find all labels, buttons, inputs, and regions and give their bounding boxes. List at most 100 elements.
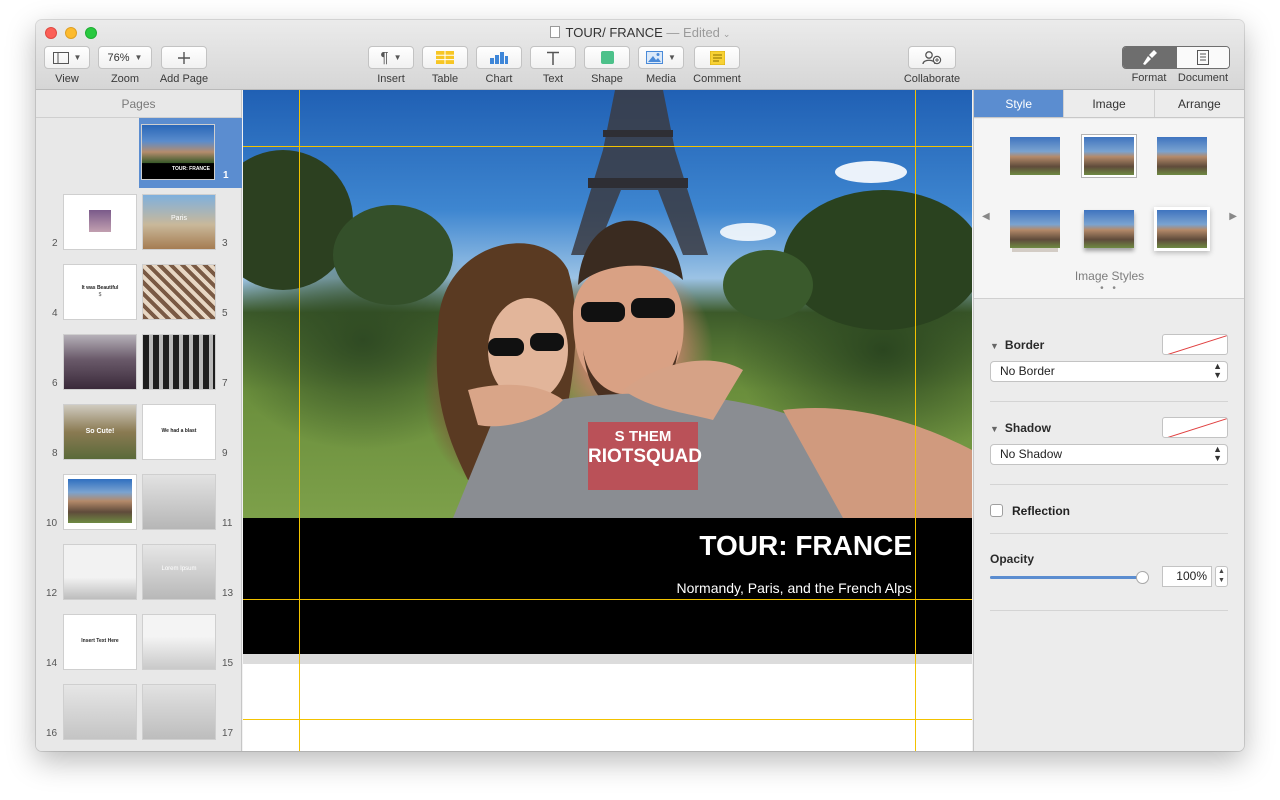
disclosure-triangle-icon: ▼: [990, 341, 999, 351]
page-thumbnail-9[interactable]: We had a blast: [143, 405, 215, 459]
section-divider: [990, 401, 1228, 402]
comment-tool[interactable]: Comment: [692, 46, 742, 85]
page-thumbnail-17[interactable]: [143, 685, 215, 739]
view-tool[interactable]: ▼ View: [44, 46, 90, 85]
text-t-icon: [547, 51, 559, 65]
opacity-value-field[interactable]: 100%: [1162, 566, 1212, 587]
image-style-swatch-4[interactable]: [1010, 210, 1060, 248]
chart-button[interactable]: [476, 46, 522, 69]
cover-headline[interactable]: TOUR: FRANCE: [699, 530, 912, 562]
page-thumbnail-7[interactable]: [143, 335, 215, 389]
page-thumbnail-14[interactable]: Insert Text Here: [64, 615, 136, 669]
page-number: 12: [46, 588, 58, 599]
add-page-button[interactable]: [161, 46, 207, 69]
page-thumbnail-2[interactable]: [64, 195, 136, 249]
tab-style[interactable]: Style: [974, 90, 1065, 117]
border-section: ▼ Border No Border ▲ ▼: [990, 334, 1228, 382]
image-style-swatch-5[interactable]: [1084, 210, 1134, 248]
page-thumbnail-15[interactable]: [143, 615, 215, 669]
document-canvas[interactable]: S THEM RIOTSQUAD TOUR: FRANCE Normandy, …: [243, 90, 972, 751]
image-style-swatch-3[interactable]: [1157, 137, 1207, 175]
chevron-down-icon: ▼: [393, 53, 402, 62]
tab-image[interactable]: Image: [1064, 90, 1155, 117]
page-thumbnail-8[interactable]: So Cute!: [64, 405, 136, 459]
cover-photo[interactable]: S THEM RIOTSQUAD: [243, 90, 972, 518]
insert-button[interactable]: ¶ ▼: [368, 46, 414, 69]
page-thumbnail-11[interactable]: [143, 475, 215, 529]
opacity-slider[interactable]: [990, 571, 1149, 584]
page-thumbnail-5[interactable]: [143, 265, 215, 319]
zoom-tool[interactable]: 76% ▼ Zoom: [98, 46, 152, 85]
image-styles-panel: ◀ ▶ Image Styles • •: [974, 119, 1244, 299]
document-label: Document: [1177, 72, 1229, 84]
page-thumbnail-subcaption: $: [98, 292, 102, 298]
add-page-label: Add Page: [159, 73, 209, 85]
page-thumbnail-4[interactable]: It was Beautiful $: [64, 265, 136, 319]
collaborate-button[interactable]: [908, 46, 956, 69]
opacity-slider-knob[interactable]: [1136, 571, 1149, 584]
format-label: Format: [1131, 72, 1167, 84]
next-styles-arrow-icon[interactable]: ▶: [1229, 211, 1237, 222]
insert-tool[interactable]: ¶ ▼ Insert: [368, 46, 414, 85]
media-label: Media: [646, 73, 676, 85]
styles-page-dots[interactable]: • •: [974, 283, 1244, 294]
shadow-style-select[interactable]: No Shadow ▲ ▼: [990, 444, 1228, 465]
table-button[interactable]: [422, 46, 468, 69]
previous-styles-arrow-icon[interactable]: ◀: [982, 211, 990, 222]
shadow-color-well[interactable]: [1162, 417, 1228, 438]
view-label: View: [55, 73, 79, 85]
chevron-down-icon: ▼: [134, 53, 143, 62]
image-style-swatch-6[interactable]: [1157, 210, 1207, 248]
page-thumbnail-image: [68, 479, 132, 523]
section-divider: [990, 484, 1228, 485]
cover-subtitle[interactable]: Normandy, Paris, and the French Alps: [676, 580, 912, 596]
border-style-select[interactable]: No Border ▲ ▼: [990, 361, 1228, 382]
reflection-checkbox[interactable]: [990, 504, 1003, 517]
text-button[interactable]: [530, 46, 576, 69]
comment-button[interactable]: [694, 46, 740, 69]
shape-button[interactable]: [584, 46, 630, 69]
tab-arrange[interactable]: Arrange: [1155, 90, 1244, 117]
zoom-select[interactable]: 76% ▼: [98, 46, 152, 69]
page-thumbnail-13[interactable]: Lorem Ipsum: [143, 545, 215, 599]
collaborate-tool[interactable]: Collaborate: [900, 46, 964, 85]
page-thumbnail-6[interactable]: [64, 335, 136, 389]
format-button[interactable]: [1123, 47, 1176, 68]
title-banner[interactable]: TOUR: FRANCE Normandy, Paris, and the Fr…: [243, 518, 972, 654]
up-down-chevron-icon: ▲ ▼: [1213, 361, 1222, 380]
media-tool[interactable]: ▼ Media: [638, 46, 684, 85]
image-style-swatch-2[interactable]: [1084, 137, 1134, 175]
table-tool[interactable]: Table: [422, 46, 468, 85]
media-button[interactable]: ▼: [638, 46, 684, 69]
reflection-section: Reflection: [990, 502, 1228, 520]
shirt-print: S THEM RIOTSQUAD: [588, 427, 702, 467]
shadow-style-value: No Shadow: [1000, 447, 1063, 461]
text-tool[interactable]: Text: [530, 46, 576, 85]
document-button[interactable]: [1175, 47, 1229, 68]
page-thumbnail-3[interactable]: Paris: [143, 195, 215, 249]
opacity-stepper[interactable]: ▲ ▼: [1215, 566, 1228, 587]
page-number: 7: [222, 378, 228, 389]
sticky-note-icon: [709, 50, 725, 65]
page-thumbnail-12[interactable]: [64, 545, 136, 599]
disclosure-triangle-icon: ▼: [990, 424, 999, 434]
chart-tool[interactable]: Chart: [476, 46, 522, 85]
square-shape-icon: [600, 51, 614, 64]
page-number: 8: [52, 448, 58, 459]
page-number: 4: [52, 308, 58, 319]
image-style-swatch-1[interactable]: [1010, 137, 1060, 175]
page-thumbnail-10[interactable]: [64, 475, 136, 529]
layout-guide-horizontal-page2: [243, 719, 972, 720]
add-page-tool[interactable]: Add Page: [158, 46, 210, 85]
document-title[interactable]: TOUR/ FRANCE — Edited ⌄: [36, 25, 1244, 40]
page-thumbnail-1[interactable]: TOUR: FRANCE: [142, 125, 214, 179]
shape-tool[interactable]: Shape: [584, 46, 630, 85]
page-thumbnail-16[interactable]: [64, 685, 136, 739]
page-2-canvas[interactable]: [243, 664, 972, 751]
view-button[interactable]: ▼: [44, 46, 90, 69]
shadow-section: ▼ Shadow No Shadow ▲ ▼: [990, 417, 1228, 465]
opacity-section: Opacity 100% ▲ ▼: [990, 552, 1228, 587]
page-thumbnail-caption: Lorem Ipsum: [161, 566, 197, 572]
title-separator: —: [666, 25, 680, 40]
border-color-well[interactable]: [1162, 334, 1228, 355]
